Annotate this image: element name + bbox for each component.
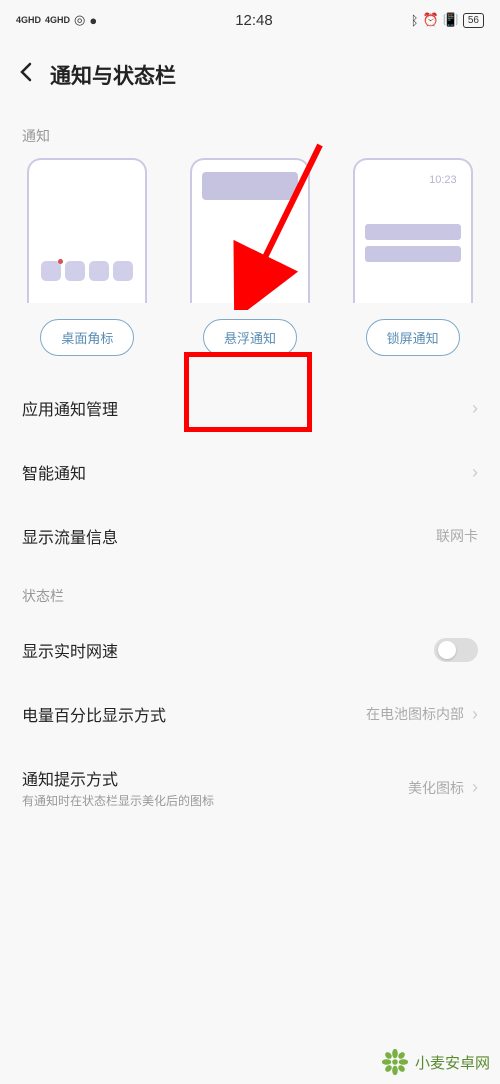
item-value: 美化图标 (408, 778, 464, 798)
phone-mock-floating (190, 158, 310, 303)
item-traffic-info[interactable]: 显示流量信息 联网卡 (0, 504, 500, 568)
toggle-switch[interactable] (434, 638, 478, 662)
back-button[interactable] (18, 61, 34, 89)
item-smart-notification[interactable]: 智能通知 › (0, 440, 500, 504)
item-label: 通知提示方式 (22, 766, 214, 790)
app-icon-with-badge (41, 261, 61, 281)
alarm-icon: ⏰ (423, 12, 439, 28)
weibo-icon: ◎ (74, 12, 85, 28)
battery-indicator: 56 (463, 13, 484, 28)
item-realtime-speed[interactable]: 显示实时网速 (0, 618, 500, 682)
vibrate-icon: 📳 (443, 12, 459, 28)
watermark: 小麦安卓网 (381, 1048, 490, 1076)
card-floating[interactable]: 悬浮通知 (173, 158, 328, 356)
item-app-notification[interactable]: 应用通知管理 › (0, 376, 500, 440)
lock-notification-bar (365, 224, 461, 240)
badge-button[interactable]: 桌面角标 (40, 319, 134, 356)
settings-list: 应用通知管理 › 智能通知 › 显示流量信息 联网卡 (0, 376, 500, 568)
item-value: 在电池图标内部 (366, 704, 464, 724)
notification-cards-row: 桌面角标 悬浮通知 10:23 锁屏通知 (0, 158, 500, 376)
lock-time: 10:23 (365, 168, 461, 186)
card-badge[interactable]: 桌面角标 (10, 158, 165, 356)
app-icon (65, 261, 85, 281)
status-left: 4GHD 4GHD ◎ ● (16, 12, 97, 28)
chevron-right-icon: › (472, 704, 478, 725)
section-statusbar-label: 状态栏 (0, 568, 500, 618)
bluetooth-icon: ᛒ (411, 13, 419, 28)
floating-button[interactable]: 悬浮通知 (203, 319, 297, 356)
item-label: 应用通知管理 (22, 396, 118, 420)
status-dot-icon: ● (89, 13, 97, 28)
chevron-right-icon: › (472, 462, 478, 483)
lockscreen-button[interactable]: 锁屏通知 (366, 319, 460, 356)
status-time: 12:48 (235, 12, 273, 29)
item-notification-style[interactable]: 通知提示方式 有通知时在状态栏显示美化后的图标 美化图标 › (0, 746, 500, 829)
item-label: 显示流量信息 (22, 524, 118, 548)
item-sublabel: 有通知时在状态栏显示美化后的图标 (22, 792, 214, 809)
watermark-text: 小麦安卓网 (415, 1052, 490, 1073)
status-bar: 4GHD 4GHD ◎ ● 12:48 ᛒ ⏰ 📳 56 (0, 0, 500, 40)
chevron-right-icon: › (472, 777, 478, 798)
card-lockscreen[interactable]: 10:23 锁屏通知 (335, 158, 490, 356)
statusbar-list: 显示实时网速 电量百分比显示方式 在电池图标内部 › 通知提示方式 有通知时在状… (0, 618, 500, 829)
page-header: 通知与状态栏 (0, 40, 500, 108)
app-icon (89, 261, 109, 281)
phone-mock-lockscreen: 10:23 (353, 158, 473, 303)
lock-notification-bar (365, 246, 461, 262)
signal-2: 4GHD (45, 15, 70, 25)
item-battery-percent[interactable]: 电量百分比显示方式 在电池图标内部 › (0, 682, 500, 746)
wheat-icon (381, 1048, 409, 1076)
app-icon (113, 261, 133, 281)
signal-1: 4GHD (16, 15, 41, 25)
item-label: 电量百分比显示方式 (22, 702, 166, 726)
section-notification-label: 通知 (0, 108, 500, 158)
item-label: 智能通知 (22, 460, 86, 484)
item-label: 显示实时网速 (22, 638, 118, 662)
status-right: ᛒ ⏰ 📳 56 (411, 12, 484, 28)
floating-banner (202, 172, 298, 200)
page-title: 通知与状态栏 (50, 60, 176, 90)
item-value: 联网卡 (436, 526, 478, 546)
chevron-right-icon: › (472, 398, 478, 419)
phone-mock-badge (27, 158, 147, 303)
